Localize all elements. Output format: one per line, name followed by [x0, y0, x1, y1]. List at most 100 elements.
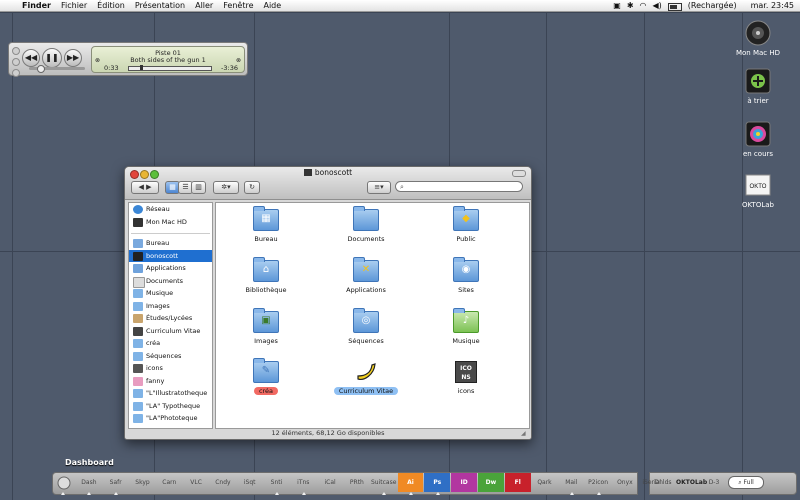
resize-grip-icon[interactable]: ◢ — [521, 430, 528, 437]
dock-item-qark[interactable]: Qark — [532, 473, 558, 492]
dock-item-prth[interactable]: PRth — [344, 473, 370, 492]
folder-curriculum-vitae[interactable]: Curriculum Vitae — [321, 361, 411, 395]
dock-item-carn[interactable]: Carn — [156, 473, 182, 492]
dock-item-dw[interactable]: Dw — [478, 473, 504, 492]
dock-search-field[interactable]: ⌕ Full — [728, 476, 764, 489]
dock-item-dnlds[interactable]: Dnlds — [652, 473, 674, 492]
folder-bibliotheque[interactable]: ⌂ Bibliothèque — [221, 257, 311, 294]
svg-text:OKTO: OKTO — [750, 184, 767, 190]
folder-sites[interactable]: ◉ Sites — [421, 257, 511, 294]
minimize-button[interactable] — [12, 58, 20, 66]
sidebar-item-bonoscott[interactable]: bonoscott — [129, 249, 212, 262]
menu-presentation[interactable]: Présentation — [135, 0, 185, 11]
arrange-button[interactable]: ≡▾ — [367, 181, 391, 194]
dock-item-suitcase[interactable]: Suitcase — [371, 473, 397, 492]
column-view-button[interactable]: ▥ — [191, 181, 206, 194]
dock-item-snti[interactable]: Snti — [264, 473, 290, 492]
folder-bureau[interactable]: ▦ Bureau — [221, 206, 311, 243]
dock-item-ps[interactable]: Ps — [424, 473, 451, 492]
refresh-button[interactable]: ↻ — [244, 181, 260, 194]
sidebar-item-musique[interactable]: Musique — [129, 287, 212, 300]
dock-item-ical[interactable]: iCal — [317, 473, 343, 492]
desktop-icon-hard-drive[interactable]: Mon Mac HD — [718, 20, 798, 57]
back-forward-button[interactable]: ◀ ▶ — [131, 181, 159, 194]
toolbar-toggle-button[interactable] — [512, 170, 526, 177]
search-icon: ⌕ — [400, 183, 404, 191]
dock-item-isqt[interactable]: iSqt — [237, 473, 263, 492]
desktop-icon-a-trier[interactable]: à trier — [718, 68, 798, 105]
sidebar-item-curriculum-vitae[interactable]: Curriculum Vitae — [129, 325, 212, 338]
menu-edition[interactable]: Édition — [97, 0, 125, 11]
shuffle-icon[interactable]: ⊗ — [236, 57, 241, 64]
previous-track-button[interactable]: ◀◀ — [22, 49, 40, 67]
folder-applications[interactable]: ✕ Applications — [321, 257, 411, 294]
menu-aide[interactable]: Aide — [263, 0, 281, 11]
sidebar-item-icons[interactable]: icons — [129, 362, 212, 375]
progress-knob[interactable] — [139, 65, 143, 70]
sidebar-item-illustratotheque[interactable]: "L"Illustratotheque — [129, 387, 212, 400]
dock-item-d3[interactable]: D-3 — [704, 473, 724, 492]
sidebar-item-phototeque[interactable]: "LA"Phototeque — [129, 412, 212, 425]
folder-documents[interactable]: Documents — [321, 206, 411, 243]
dock-item-fl[interactable]: Fl — [504, 473, 531, 492]
sidebar-item-bureau[interactable]: Bureau — [129, 237, 212, 250]
action-menu-button[interactable]: ✲▾ — [213, 181, 239, 194]
battery-icon[interactable] — [667, 2, 682, 11]
desktop-icon-oktolab[interactable]: OKTO OKTOLab — [718, 172, 798, 209]
desktop-icon-en-cours[interactable]: en cours — [718, 121, 798, 158]
search-input[interactable]: ⌕ — [395, 181, 523, 192]
dock-item-itns[interactable]: iTns — [290, 473, 316, 492]
folder-musique[interactable]: ♪ Musique — [421, 308, 511, 345]
menu-fenetre[interactable]: Fenêtre — [223, 0, 253, 11]
sidebar-item-fanny[interactable]: fanny — [129, 375, 212, 388]
dock-item-safr[interactable]: Safr — [103, 473, 129, 492]
dock-hover-label: Dashboard — [65, 458, 114, 467]
dock-item-oktolab[interactable]: OKTOLab — [676, 473, 707, 492]
folder-images[interactable]: ▣ Images — [221, 308, 311, 345]
dock-item-id[interactable]: ID — [451, 473, 477, 492]
dock-finder-icon[interactable] — [56, 473, 72, 492]
folder-public[interactable]: ◆ Public — [421, 206, 511, 243]
finder-toolbar[interactable]: bonoscott ◀ ▶ ▦ ☰ ▥ ✲▾ ↻ ≡▾ ⌕ — [125, 167, 531, 200]
sidebar-item-mon-mac-hd[interactable]: Mon Mac HD — [129, 216, 212, 229]
progress-bar[interactable] — [128, 65, 212, 71]
dock-item-p2icon[interactable]: P2icon — [585, 473, 611, 492]
wifi-icon[interactable]: ◠ — [640, 0, 647, 11]
menu-clock[interactable]: mar. 23:45 — [751, 0, 794, 11]
sidebar-item-crea[interactable]: créa — [129, 337, 212, 350]
snapback-icon[interactable]: ⊗ — [95, 57, 100, 64]
folder-icons[interactable]: ICO NS icons — [421, 361, 511, 395]
pictures-icon — [133, 301, 143, 311]
sidebar-item-etudes-lycees[interactable]: Études/Lycées — [129, 312, 212, 325]
dock-item-onyx[interactable]: Onyx — [612, 473, 638, 492]
dock-item-mail[interactable]: Mail — [558, 473, 584, 492]
zoom-button[interactable] — [12, 69, 20, 77]
dock-item-vlc[interactable]: VLC — [183, 473, 209, 492]
sidebar-item-typotheque[interactable]: "LA" Typotheque — [129, 400, 212, 413]
sidebar-item-applications[interactable]: Applications — [129, 262, 212, 275]
volume-knob[interactable] — [37, 65, 45, 73]
menu-extra-icon[interactable]: ▣ — [613, 0, 621, 11]
sidebar-item-images[interactable]: Images — [129, 300, 212, 313]
folder-sequences[interactable]: ◎ Séquences — [321, 308, 411, 345]
menu-app-finder[interactable]: Finder — [22, 0, 51, 11]
sidebar-item-documents[interactable]: Documents — [129, 275, 212, 288]
apple-menu-icon[interactable] — [4, 0, 14, 11]
battery-status[interactable]: (Rechargée) — [688, 0, 737, 11]
next-track-button[interactable]: ▶▶ — [64, 49, 82, 67]
bluetooth-icon[interactable]: ✱ — [627, 0, 634, 11]
sidebar-item-sequences[interactable]: Séquences — [129, 350, 212, 363]
sidebar-item-reseau[interactable]: Réseau — [129, 203, 212, 216]
volume-slider[interactable] — [29, 65, 85, 73]
dock-item-skyp[interactable]: Skyp — [130, 473, 156, 492]
library-folder-icon: ⌂ — [253, 257, 279, 282]
folder-crea[interactable]: ✎ créa — [221, 358, 311, 395]
close-button[interactable] — [12, 47, 20, 55]
menu-fichier[interactable]: Fichier — [61, 0, 87, 11]
pause-button[interactable]: ❚❚ — [42, 48, 62, 68]
dock-item-cndy[interactable]: Cndy — [210, 473, 236, 492]
volume-icon[interactable]: ◀) — [653, 0, 662, 11]
menu-aller[interactable]: Aller — [195, 0, 213, 11]
dock-item-ai[interactable]: Ai — [397, 473, 424, 492]
dock-item-dash[interactable]: Dash — [76, 473, 102, 492]
